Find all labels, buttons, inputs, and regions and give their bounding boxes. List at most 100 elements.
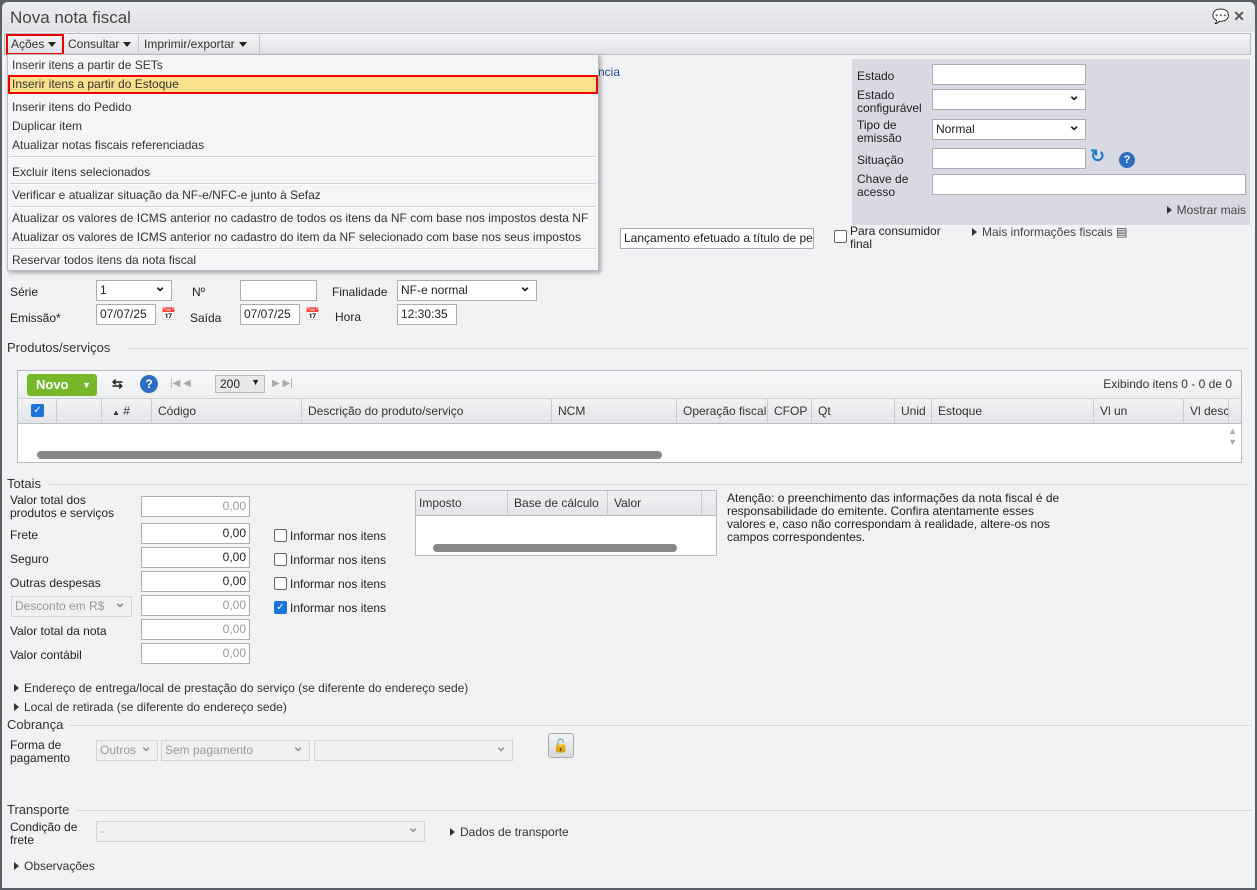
column-descricao[interactable]: Descrição do produto/serviço (302, 399, 552, 424)
frete-informar-checkbox[interactable] (274, 529, 287, 542)
menu-item-reservar[interactable]: Reservar todos itens da nota fiscal (8, 251, 598, 270)
menu-item-inserir-pedido[interactable]: Inserir itens do Pedido (8, 98, 598, 117)
help-icon[interactable]: ? (1119, 152, 1135, 168)
acoes-label: Ações (11, 37, 45, 51)
menu-item-inserir-sets[interactable]: Inserir itens a partir de SETs (8, 56, 598, 75)
first-page-icon[interactable]: |◀ ◀ (170, 378, 191, 389)
column-imposto[interactable]: Imposto (416, 491, 508, 516)
valor-total-nota-input: 0,00 (141, 619, 250, 640)
novo-button[interactable]: Novo ▼ (27, 374, 97, 396)
imprimir-menu-button[interactable]: Imprimir/exportar (140, 35, 260, 54)
refresh-grid-icon[interactable]: ⇆ (112, 376, 123, 392)
column-valor[interactable]: Valor (608, 491, 702, 516)
caret-right-icon (972, 228, 977, 236)
finalidade-label: Finalidade (332, 285, 388, 299)
pagamento-select: Sem pagamento (161, 738, 310, 761)
menu-item-inserir-estoque[interactable]: Inserir itens a partir do Estoque (8, 75, 598, 94)
calendar-icon[interactable]: 📅 (161, 307, 176, 321)
lancamento-input[interactable]: Lançamento efetuado a título de pe (620, 228, 814, 249)
mostrar-mais-link[interactable]: Mostrar mais (1166, 204, 1246, 217)
emissao-input[interactable]: 07/07/25 (96, 304, 156, 325)
help-icon[interactable]: ? (140, 375, 158, 393)
unlock-icon[interactable]: 🔓 (548, 733, 574, 758)
dropdown-arrow-icon[interactable]: ▼ (82, 374, 91, 396)
column-unid[interactable]: Unid (895, 399, 932, 424)
menu-item-icms-item[interactable]: Atualizar os valores de ICMS anterior no… (8, 228, 598, 247)
seguro-input[interactable]: 0,00 (141, 547, 250, 568)
close-icon[interactable]: ✕ (1233, 8, 1245, 24)
column-label: # (123, 404, 130, 418)
refresh-icon[interactable]: ↻ (1090, 146, 1105, 167)
items-count: Exibindo itens 0 - 0 de 0 (1103, 377, 1232, 391)
hora-input[interactable]: 12:30:35 (397, 304, 457, 325)
vertical-scroll-arrows[interactable]: ▲ ▼ (1228, 426, 1237, 448)
next-page-icon[interactable]: ▶ ▶| (272, 378, 293, 389)
produtos-grid: Novo ▼ ⇆ ? |◀ ◀ 200 ▼ ▶ ▶| Exibindo itens … (17, 370, 1242, 463)
endereco-entrega-link[interactable]: Endereço de entrega/local de prestação d… (14, 682, 468, 695)
column-codigo[interactable]: Código (152, 399, 302, 424)
chevron-down-icon (238, 42, 247, 48)
dados-transporte-label: Dados de transporte (460, 825, 569, 839)
valor-produtos-label: Valor total dos produtos e serviços (10, 493, 115, 520)
estado-config-label: Estado configurável (857, 88, 922, 115)
page-size-select[interactable]: 200 ▼ (215, 375, 265, 393)
menu-separator (10, 248, 596, 250)
chat-icon[interactable]: 💬 (1212, 8, 1229, 24)
outras-informar-checkbox[interactable] (274, 577, 287, 590)
caret-right-icon (14, 703, 19, 711)
tipo-emissao-label: Tipo de emissão (857, 118, 902, 145)
serie-select[interactable]: 1 (96, 278, 172, 301)
desconto-informar-label: Informar nos itens (290, 601, 387, 615)
chave-acesso-input[interactable] (932, 174, 1246, 195)
menu-item-icms-todos[interactable]: Atualizar os valores de ICMS anterior no… (8, 209, 598, 228)
column-cfop[interactable]: CFOP (768, 399, 812, 424)
column-vl-un[interactable]: Vl un (1094, 399, 1184, 424)
toolbar: Ações Consultar Imprimir/exportar (4, 33, 1251, 55)
mais-info-fiscais-link[interactable]: Mais informações fiscais ▤ (972, 226, 1127, 239)
estado-config-select[interactable] (932, 87, 1086, 110)
horizontal-scrollbar[interactable] (433, 544, 677, 552)
divider (49, 484, 1249, 485)
partial-link[interactable]: ncia (598, 66, 620, 79)
menu-item-atualizar-referenciadas[interactable]: Atualizar notas fiscais referenciadas (8, 136, 598, 155)
menu-item-verificar-sefaz[interactable]: Verificar e atualizar situação da NF-e/N… (8, 186, 598, 205)
outras-informar-label: Informar nos itens (290, 577, 387, 591)
estado-label: Estado (857, 69, 895, 83)
consumidor-final-checkbox[interactable] (834, 230, 847, 243)
local-retirada-link[interactable]: Local de retirada (se diferente do ender… (14, 701, 287, 714)
horizontal-scrollbar[interactable] (37, 451, 662, 459)
column-qt[interactable]: Qt (812, 399, 895, 424)
consultar-menu-button[interactable]: Consultar (64, 35, 139, 54)
seguro-informar-checkbox[interactable] (274, 553, 287, 566)
observacoes-link[interactable]: Observações (14, 860, 95, 873)
select-all-checkbox[interactable]: ✓ (31, 404, 44, 417)
forma-select: Outros (96, 738, 158, 761)
estado-input[interactable] (932, 64, 1086, 85)
dados-transporte-link[interactable]: Dados de transporte (450, 826, 569, 839)
column-vl-desc[interactable]: Vl desc (1184, 399, 1229, 424)
calendar-icon[interactable]: 📅 (305, 307, 320, 321)
column-base-calculo[interactable]: Base de cálculo (508, 491, 608, 516)
outras-despesas-input[interactable]: 0,00 (141, 571, 250, 592)
divider (70, 725, 1250, 726)
situacao-input[interactable] (932, 148, 1086, 169)
column-ncm[interactable]: NCM (552, 399, 677, 424)
finalidade-select[interactable]: NF-e normal (397, 278, 537, 301)
column-number[interactable]: ▲ # (102, 399, 152, 424)
mais-info-label: Mais informações fiscais (982, 225, 1113, 239)
frete-input[interactable]: 0,00 (141, 523, 250, 544)
acoes-menu-button[interactable]: Ações (6, 34, 64, 55)
numero-input[interactable] (240, 280, 317, 301)
situacao-label: Situação (857, 153, 904, 167)
tipo-emissao-select[interactable]: Normal (932, 117, 1086, 140)
menu-item-excluir[interactable]: Excluir itens selecionados (8, 163, 598, 182)
divider (128, 348, 1248, 349)
saida-input[interactable]: 07/07/25 (240, 304, 300, 325)
totais-section-title: Totais (7, 476, 41, 491)
column-estoque[interactable]: Estoque (932, 399, 1094, 424)
desconto-informar-checkbox[interactable]: ✓ (274, 601, 287, 614)
forma-pagamento-label: Forma de pagamento (10, 738, 71, 765)
emissao-label: Emissão* (10, 311, 61, 325)
column-operacao-fiscal[interactable]: Operação fiscal (677, 399, 768, 424)
menu-item-duplicar[interactable]: Duplicar item (8, 117, 598, 136)
